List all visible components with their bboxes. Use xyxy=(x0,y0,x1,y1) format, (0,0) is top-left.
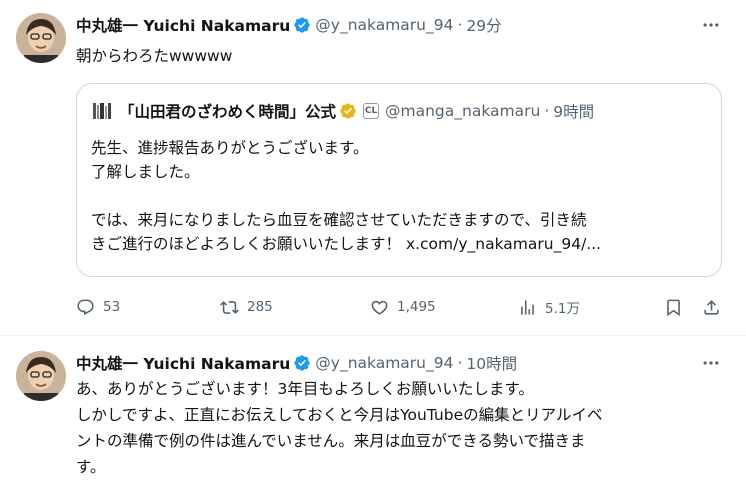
bookmark-icon xyxy=(667,299,680,316)
reply-icon xyxy=(77,299,94,315)
tweet-text-line: ントの準備で例の件は進んでいません。来月は血豆ができる勢いで描きま xyxy=(76,432,586,450)
separator-dot: · xyxy=(457,354,463,372)
views-button[interactable]: 5.1万 xyxy=(518,294,580,320)
timestamp[interactable]: 29分 xyxy=(466,14,501,36)
affiliate-badge-icon[interactable]: CL xyxy=(363,103,380,119)
quoted-text-span: きご進行のほどよろしくお願いいたします！ xyxy=(91,235,406,253)
separator-dot: · xyxy=(457,16,463,34)
quoted-avatar xyxy=(91,100,113,122)
more-options-button[interactable] xyxy=(700,352,722,374)
reply-button[interactable]: 53 xyxy=(76,294,120,320)
tweet-2[interactable]: 中丸雄一 Yuichi Nakamaru @y_nakamaru_94 · 10… xyxy=(0,336,746,486)
quoted-handle[interactable]: @manga_nakamaru xyxy=(385,102,540,120)
timestamp[interactable]: 10時間 xyxy=(466,352,517,374)
tweet-text-line: す。 xyxy=(76,458,106,476)
tweet-text-line: しかしですよ、正直にお伝えしておくと今月はYouTubeの編集とリアルイベ xyxy=(76,406,603,424)
verified-badge-icon[interactable] xyxy=(293,16,311,34)
manga-logo-icon xyxy=(91,100,113,122)
display-name[interactable]: 中丸雄一 Yuichi Nakamaru xyxy=(76,352,290,374)
verified-badge-icon[interactable] xyxy=(293,354,311,372)
action-bar: 53 285 1,495 5.1万 xyxy=(76,294,726,320)
quoted-text-line: 了解しました。 xyxy=(91,163,200,181)
tweet-text: あ、ありがとうございます！3年目もよろしくお願いいたします。 しかしですよ、正直… xyxy=(76,376,726,480)
share-icon xyxy=(704,299,719,315)
handle[interactable]: @y_nakamaru_94 xyxy=(315,16,453,34)
share-button[interactable] xyxy=(702,294,721,320)
views-chart-icon xyxy=(521,299,534,315)
quoted-text-line: きご進行のほどよろしくお願いいたします！ x.com/y_nakamaru_94… xyxy=(91,232,709,256)
handle[interactable]: @y_nakamaru_94 xyxy=(315,354,453,372)
tweet-header: 中丸雄一 Yuichi Nakamaru @y_nakamaru_94 · 29… xyxy=(76,14,502,36)
quoted-tweet-text: 先生、進捗報告ありがとうございます。 了解しました。 では、来月になりましたら血… xyxy=(91,136,709,256)
avatar-photo-icon xyxy=(16,351,66,401)
tweet-text: 朝からわろたwwwww xyxy=(76,47,233,65)
tweet-1[interactable]: 中丸雄一 Yuichi Nakamaru @y_nakamaru_94 · 29… xyxy=(0,0,746,336)
quoted-timestamp[interactable]: 9時間 xyxy=(553,100,594,122)
quoted-link[interactable]: x.com/y_nakamaru_94/... xyxy=(406,235,601,253)
more-icon xyxy=(703,361,719,365)
more-options-button[interactable] xyxy=(700,14,722,36)
avatar[interactable] xyxy=(16,13,66,63)
tweet-text-line: あ、ありがとうございます！3年目もよろしくお願いいたします。 xyxy=(76,380,534,398)
gold-verified-badge-icon[interactable] xyxy=(339,102,357,120)
quoted-text-line: 先生、進捗報告ありがとうございます。 xyxy=(91,139,369,157)
display-name[interactable]: 中丸雄一 Yuichi Nakamaru xyxy=(76,14,290,36)
heart-icon xyxy=(371,300,388,315)
quoted-text-line: では、来月になりましたら血豆を確認させていただきますので、引き続 xyxy=(91,211,587,229)
tweet-header: 中丸雄一 Yuichi Nakamaru @y_nakamaru_94 · 10… xyxy=(76,352,517,374)
reply-count: 53 xyxy=(103,299,121,315)
avatar-photo-icon xyxy=(16,13,66,63)
quoted-tweet[interactable]: 「山田君のざわめく時間」公式 CL @manga_nakamaru · 9時間 … xyxy=(76,83,722,277)
retweet-button[interactable]: 285 xyxy=(220,294,273,320)
like-count: 1,495 xyxy=(397,299,436,315)
quoted-display-name[interactable]: 「山田君のざわめく時間」公式 xyxy=(119,100,336,122)
quoted-tweet-header: 「山田君のざわめく時間」公式 CL @manga_nakamaru · 9時間 xyxy=(91,100,594,122)
avatar[interactable] xyxy=(16,351,66,401)
like-button[interactable]: 1,495 xyxy=(370,294,436,320)
bookmark-button[interactable] xyxy=(664,294,683,320)
retweet-icon xyxy=(220,300,239,314)
views-count: 5.1万 xyxy=(545,301,580,317)
more-icon xyxy=(703,23,719,27)
retweet-count: 285 xyxy=(247,299,273,315)
separator-dot: · xyxy=(544,102,550,120)
